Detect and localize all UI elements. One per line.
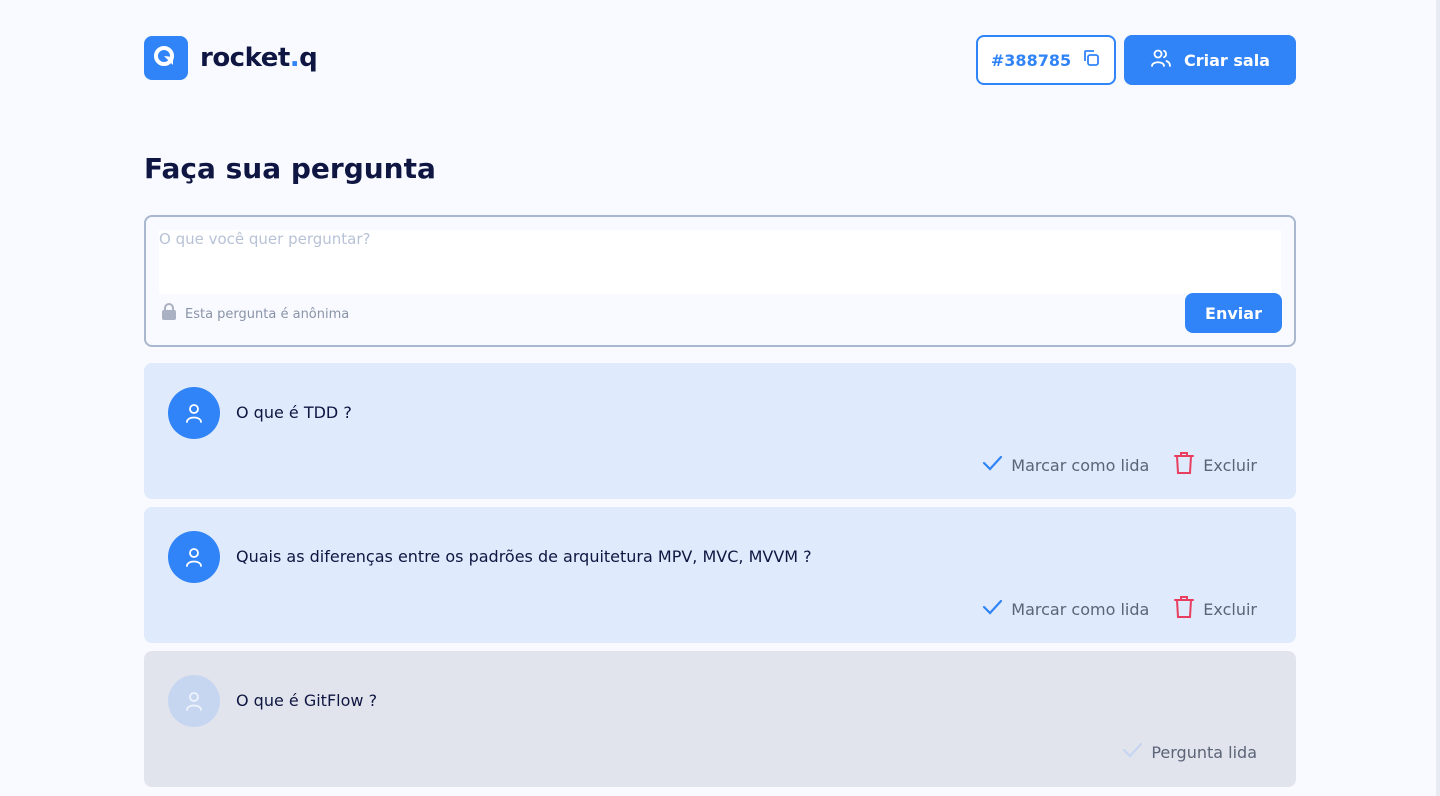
mark-read-button[interactable]: Marcar como lida xyxy=(981,596,1149,622)
room-code-button[interactable]: #388785 xyxy=(976,35,1116,85)
delete-button[interactable]: Excluir xyxy=(1173,451,1257,479)
question-card-read: O que é GitFlow ? Pergunta lida xyxy=(144,651,1296,787)
lock-icon xyxy=(161,303,177,325)
delete-label: Excluir xyxy=(1203,455,1257,475)
logo-mark-icon xyxy=(144,36,188,80)
anonymous-note: Esta pergunta é anônima xyxy=(161,303,349,325)
mark-read-button[interactable]: Marcar como lida xyxy=(981,452,1149,478)
logo[interactable]: rocket.q xyxy=(144,36,318,80)
user-avatar-icon xyxy=(168,675,220,727)
anonymous-note-label: Esta pergunta é anônima xyxy=(185,306,350,322)
mark-read-label: Marcar como lida xyxy=(1011,599,1150,619)
trash-icon xyxy=(1173,451,1195,479)
delete-button[interactable]: Excluir xyxy=(1173,595,1257,623)
question-text: Quais as diferenças entre os padrões de … xyxy=(236,547,812,566)
user-avatar-icon xyxy=(168,531,220,583)
check-icon xyxy=(981,596,1003,622)
check-icon xyxy=(1121,739,1143,765)
send-button[interactable]: Enviar xyxy=(1185,293,1282,333)
check-icon xyxy=(981,452,1003,478)
question-actions: Marcar como lida Excluir xyxy=(981,451,1257,479)
read-status-label: Pergunta lida xyxy=(1151,742,1257,762)
users-icon xyxy=(1150,47,1172,73)
page: rocket.q #388785 Criar sala Faça sua per… xyxy=(0,0,1440,796)
logo-text: rocket.q xyxy=(200,43,318,73)
create-room-button[interactable]: Criar sala xyxy=(1124,35,1296,85)
read-status: Pergunta lida xyxy=(1121,739,1257,765)
copy-icon xyxy=(1081,48,1101,72)
question-text: O que é GitFlow ? xyxy=(236,691,378,710)
question-actions: Marcar como lida Excluir xyxy=(981,595,1257,623)
scrollbar[interactable] xyxy=(1436,0,1440,796)
mark-read-label: Marcar como lida xyxy=(1011,455,1150,475)
question-text: O que é TDD ? xyxy=(236,403,352,422)
question-actions: Pergunta lida xyxy=(1121,739,1257,765)
create-room-label: Criar sala xyxy=(1184,50,1270,70)
trash-icon xyxy=(1173,595,1195,623)
question-card: Quais as diferenças entre os padrões de … xyxy=(144,507,1296,643)
delete-label: Excluir xyxy=(1203,599,1257,619)
question-card: O que é TDD ? Marcar como lida Excluir xyxy=(144,363,1296,499)
user-avatar-icon xyxy=(168,387,220,439)
question-form: Esta pergunta é anônima Enviar xyxy=(144,215,1296,347)
page-title: Faça sua pergunta xyxy=(144,152,436,185)
room-code-label: #388785 xyxy=(990,50,1072,70)
question-input[interactable] xyxy=(159,230,1281,294)
